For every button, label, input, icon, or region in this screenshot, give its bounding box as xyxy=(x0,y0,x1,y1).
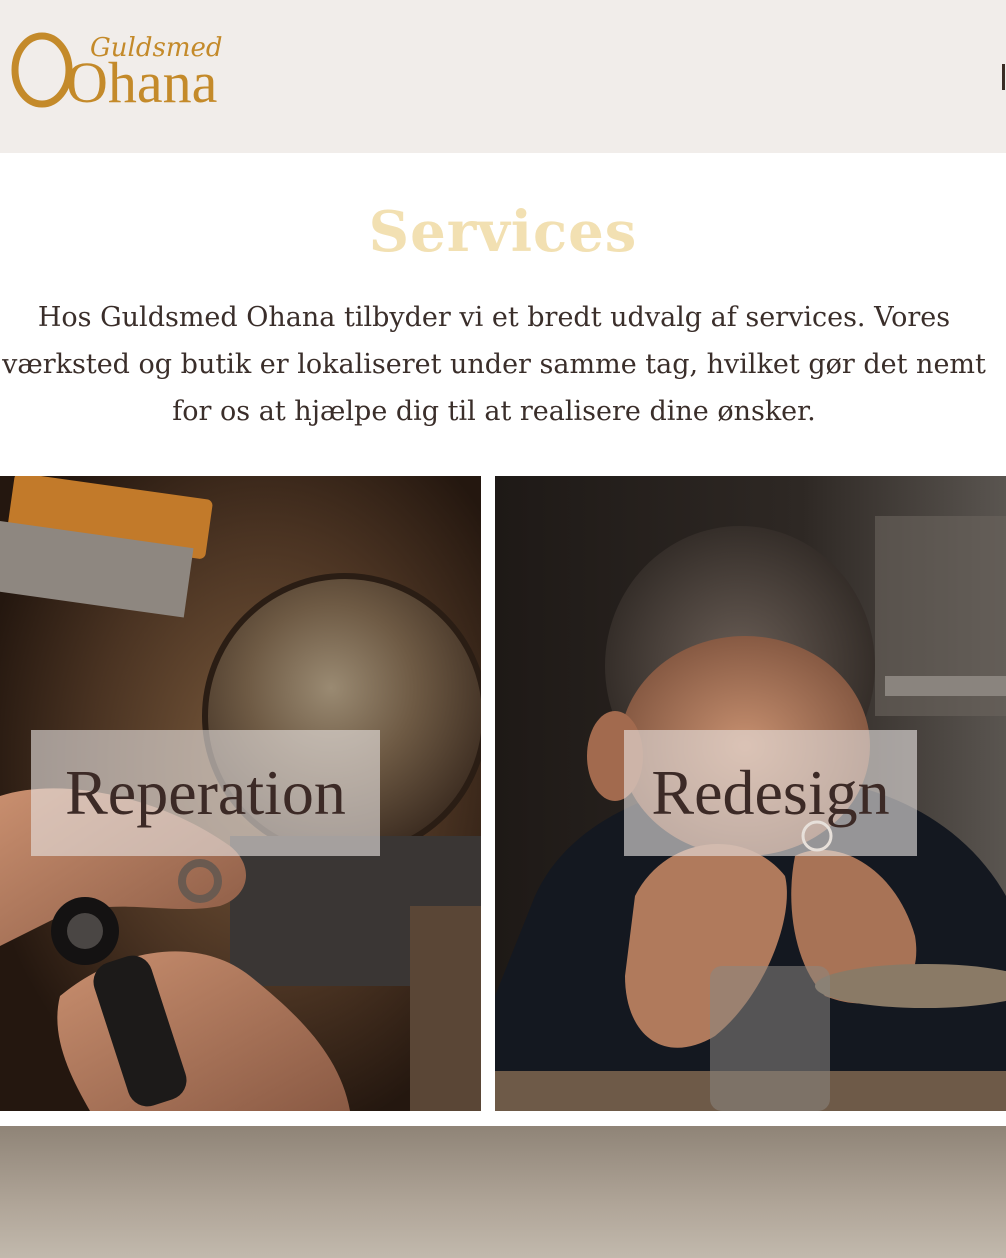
logo-script-text: Guldsmed xyxy=(90,33,223,63)
next-section-banner xyxy=(0,1126,1006,1258)
card-label-reperation: Reperation xyxy=(31,730,380,856)
service-card-redesign[interactable]: Redesign xyxy=(495,476,1006,1111)
menu-icon[interactable] xyxy=(1000,64,1006,94)
logo-mark: Ohana Guldsmed xyxy=(11,32,223,112)
service-card-reperation[interactable]: Reperation xyxy=(0,476,481,1111)
page-title: Services xyxy=(368,199,638,265)
card-label-redesign: Redesign xyxy=(624,730,917,856)
logo[interactable]: Ohana Guldsmed xyxy=(8,28,238,112)
site-header: Ohana Guldsmed xyxy=(0,0,1006,153)
services-description: Hos Guldsmed Ohana tilbyder vi et bredt … xyxy=(2,302,986,427)
